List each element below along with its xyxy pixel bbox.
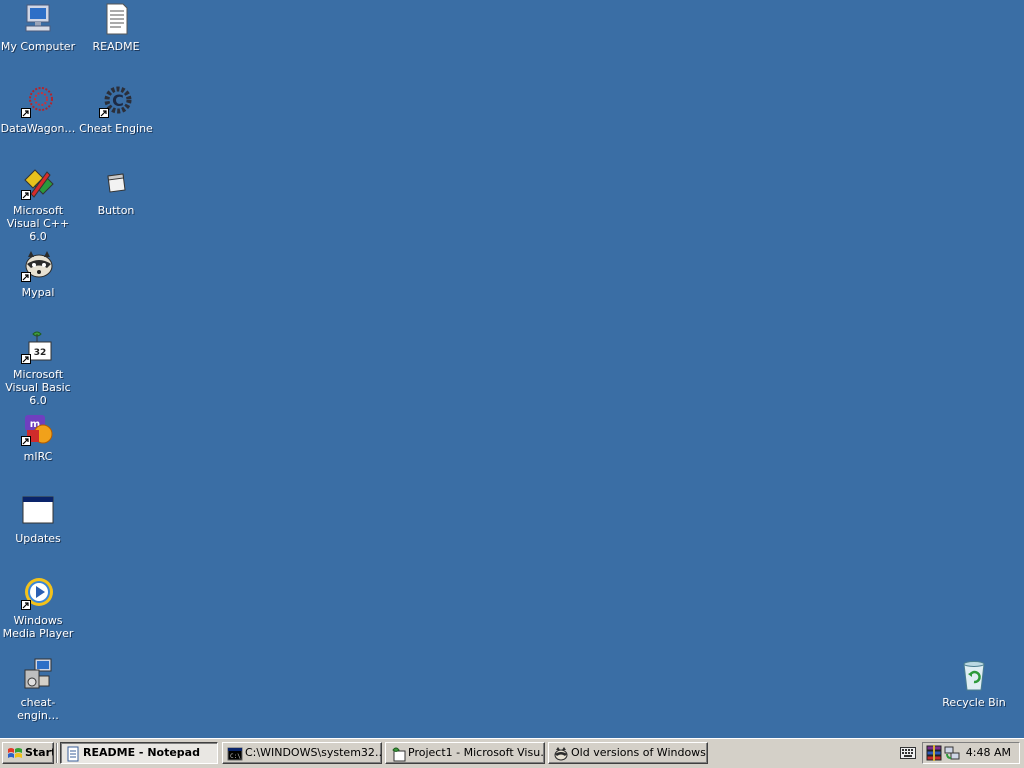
desktop: My Computer README DataWagon… C Cheat En…: [0, 0, 1024, 738]
desktop-icon-mypal[interactable]: Mypal: [0, 248, 76, 299]
desktop-icon-label: Microsoft Visual C++ 6.0: [6, 204, 70, 243]
desktop-icon-label: My Computer: [0, 40, 76, 53]
desktop-icon-msvc[interactable]: Microsoft Visual C++ 6.0: [0, 166, 76, 243]
my-computer-icon: [25, 4, 51, 32]
desktop-icon-label: README: [92, 40, 140, 53]
desktop-icon-datawagon[interactable]: DataWagon…: [0, 84, 76, 135]
taskbar-button-cmd[interactable]: C:\ C:\WINDOWS\system32…: [222, 742, 382, 764]
svg-text:C:\: C:\: [230, 753, 241, 760]
window-app-icon: [107, 173, 126, 193]
desktop-icon-wmp[interactable]: Windows Media Player: [0, 576, 76, 640]
desktop-icon-cheat-engine-setup[interactable]: cheat-engin…: [0, 658, 76, 722]
desktop-icon-button[interactable]: Button: [78, 166, 154, 217]
taskbar-button-label: C:\WINDOWS\system32…: [245, 746, 382, 759]
desktop-icon-readme[interactable]: README: [78, 2, 154, 53]
desktop-icon-label: Button: [97, 204, 135, 217]
desktop-icon-label: cheat-engin…: [17, 696, 59, 722]
taskbar-button-vb-project[interactable]: Project1 - Microsoft Visu…: [385, 742, 545, 764]
desktop-icon-label: Mypal: [21, 286, 55, 299]
desktop-icon-label: Windows Media Player: [2, 614, 74, 640]
desktop-icon-updates[interactable]: Updates: [0, 494, 76, 545]
desktop-icon-label: Microsoft Visual Basic 6.0: [5, 368, 71, 407]
shortcut-arrow-icon: [21, 600, 31, 610]
desktop-icon-recycle-bin[interactable]: Recycle Bin: [936, 658, 1012, 709]
desktop-icon-cheat-engine[interactable]: C Cheat Engine: [78, 84, 154, 135]
keyboard-icon[interactable]: [900, 747, 916, 759]
network-icon[interactable]: [944, 745, 960, 761]
start-label: Start: [25, 746, 54, 759]
shortcut-arrow-icon: [21, 272, 31, 282]
shortcut-arrow-icon: [21, 108, 31, 118]
taskbar: Start README - Notepad C:\ C:\WINDOWS\sy…: [0, 738, 1024, 768]
desktop-icon-msvb[interactable]: 32 Microsoft Visual Basic 6.0: [0, 330, 76, 407]
desktop-icon-label: Cheat Engine: [79, 122, 153, 135]
desktop-icon-label: mIRC: [23, 450, 53, 463]
start-button[interactable]: Start: [2, 742, 54, 764]
desktop-icon-mirc[interactable]: m mIRC: [0, 412, 76, 463]
clock[interactable]: 4:48 AM: [966, 746, 1011, 759]
command-prompt-icon: C:\: [227, 747, 243, 761]
winrar-icon[interactable]: [926, 745, 942, 761]
desktop-icon-label: Updates: [15, 532, 61, 545]
recycle-bin-icon: [963, 661, 985, 691]
shortcut-arrow-icon: [21, 354, 31, 364]
taskbar-separator: [56, 743, 58, 763]
system-tray: 4:48 AM: [922, 742, 1020, 764]
desktop-icon-my-computer[interactable]: My Computer: [0, 2, 76, 53]
window-app-icon: [22, 496, 54, 524]
text-document-icon: [106, 3, 128, 35]
svg-text:32: 32: [34, 348, 47, 358]
desktop-icon-label: DataWagon…: [0, 122, 76, 135]
installer-icon: [24, 658, 52, 689]
taskbar-button-browser[interactable]: Old versions of Windows…: [548, 742, 708, 764]
shortcut-arrow-icon: [21, 436, 31, 446]
svg-text:C: C: [112, 91, 124, 110]
windows-logo-icon: [8, 748, 22, 758]
taskbar-button-label: README - Notepad: [83, 746, 200, 759]
notepad-icon: [67, 746, 79, 762]
taskbar-button-notepad[interactable]: README - Notepad: [60, 742, 218, 764]
visual-basic-icon: [392, 747, 406, 762]
shortcut-arrow-icon: [99, 108, 109, 118]
taskbar-button-label: Old versions of Windows…: [571, 746, 708, 759]
taskbar-button-label: Project1 - Microsoft Visu…: [408, 746, 545, 759]
shortcut-arrow-icon: [21, 190, 31, 200]
desktop-icon-label: Recycle Bin: [942, 696, 1006, 709]
mypal-raccoon-icon: [554, 747, 568, 761]
